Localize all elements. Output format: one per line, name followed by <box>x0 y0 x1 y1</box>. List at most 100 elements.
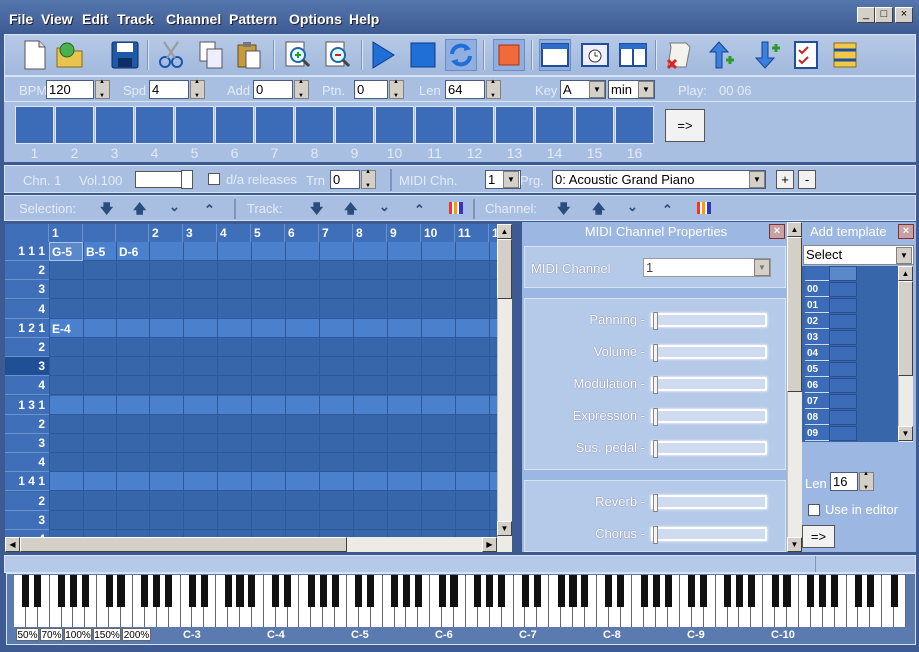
template-cell[interactable] <box>829 410 857 425</box>
black-key[interactable] <box>605 575 613 607</box>
menu-help[interactable]: Help <box>349 11 379 27</box>
program-plus-button[interactable]: + <box>776 170 794 189</box>
black-key[interactable] <box>34 575 42 607</box>
row-header[interactable]: 1 3 1 <box>5 395 49 415</box>
black-key[interactable] <box>652 575 660 607</box>
trn-spinner[interactable] <box>361 169 376 189</box>
track-column-header[interactable]: 3 <box>183 224 217 242</box>
note-cell[interactable]: D-6 <box>119 245 138 259</box>
arrow-up-icon[interactable]: 🡅 <box>344 200 357 222</box>
track-column-header[interactable]: 11 <box>455 224 489 242</box>
row-header[interactable]: 1 1 1 <box>5 242 49 261</box>
scroll-icon[interactable] <box>663 39 695 71</box>
cut-icon[interactable] <box>155 39 187 71</box>
black-key[interactable] <box>557 575 565 607</box>
pattern-slot[interactable] <box>575 106 614 144</box>
row-header[interactable]: 1 4 1 <box>5 472 49 492</box>
track-column-header[interactable]: 8 <box>353 224 387 242</box>
template-row-number[interactable]: 06 <box>805 378 829 393</box>
black-key[interactable] <box>272 575 280 607</box>
black-key[interactable] <box>165 575 173 607</box>
zoom-button[interactable]: 100% <box>64 628 92 641</box>
chevron-down-icon[interactable]: ▼ <box>589 81 605 98</box>
black-key[interactable] <box>414 575 422 607</box>
scroll-thumb[interactable] <box>497 239 512 299</box>
save-icon[interactable] <box>109 39 141 71</box>
volume-slider-handle[interactable] <box>181 170 193 189</box>
chevron-up-icon[interactable]: ⌃ <box>204 202 215 218</box>
scroll-up-icon[interactable]: ▲ <box>787 222 802 237</box>
add-input[interactable]: 0 <box>253 80 293 99</box>
spd-input[interactable]: 4 <box>149 80 189 99</box>
black-key[interactable] <box>616 575 625 607</box>
insert-up-icon[interactable] <box>705 39 737 71</box>
black-key[interactable] <box>200 575 208 607</box>
black-key[interactable] <box>747 575 755 607</box>
track-column-header[interactable]: 7 <box>319 224 353 242</box>
insert-down-icon[interactable] <box>751 39 783 71</box>
split-icon[interactable] <box>617 39 649 71</box>
zoom-button[interactable]: 200% <box>122 628 151 641</box>
track-column-header[interactable]: 5 <box>251 224 285 242</box>
ptn-input[interactable]: 0 <box>354 80 388 99</box>
black-key[interactable] <box>105 575 113 607</box>
black-key[interactable] <box>236 575 244 607</box>
black-key[interactable] <box>355 575 363 607</box>
da-releases-checkbox[interactable] <box>208 173 220 185</box>
black-key[interactable] <box>581 575 589 607</box>
piano-keyboard[interactable] <box>14 575 906 627</box>
pattern-slot[interactable] <box>15 106 54 144</box>
black-key[interactable] <box>58 575 66 607</box>
volume-slider[interactable] <box>135 171 187 188</box>
menu-pattern[interactable]: Pattern <box>229 11 277 27</box>
scroll-down-icon[interactable]: ▼ <box>787 537 802 552</box>
black-key[interactable] <box>498 575 506 607</box>
template-cell[interactable] <box>829 426 857 441</box>
track-column-header[interactable]: 1 <box>489 224 497 242</box>
pattern-slot[interactable] <box>415 106 454 144</box>
chevron-up-icon[interactable]: ⌃ <box>414 202 425 218</box>
scroll-up-icon[interactable]: ▲ <box>497 224 512 239</box>
template-cell[interactable] <box>829 314 857 329</box>
apply-template-button[interactable]: => <box>802 525 835 548</box>
program-select[interactable]: 0: Acoustic Grand Piano <box>552 170 766 189</box>
template-row-number[interactable]: 09 <box>805 426 829 441</box>
template-cell[interactable] <box>829 346 857 361</box>
black-key[interactable] <box>153 575 161 607</box>
pattern-slot[interactable] <box>615 106 654 144</box>
chevron-up-icon[interactable]: ⌃ <box>662 202 673 218</box>
arrow-down-icon[interactable]: 🡇 <box>100 200 113 222</box>
black-key[interactable] <box>854 575 862 607</box>
template-cell[interactable] <box>829 330 857 345</box>
controller-slider[interactable] <box>651 344 767 362</box>
controller-slider[interactable] <box>651 376 767 394</box>
black-key[interactable] <box>724 575 732 607</box>
chevron-down-icon[interactable]: ▼ <box>638 81 654 98</box>
track-column-header[interactable] <box>83 224 116 242</box>
black-key[interactable] <box>890 575 898 607</box>
trn-input[interactable]: 0 <box>330 170 360 189</box>
equalizer-icon[interactable] <box>449 202 463 214</box>
row-header[interactable]: 4 <box>5 453 49 473</box>
midi-channel-select[interactable]: 1 <box>643 258 771 277</box>
note-cell[interactable]: B-5 <box>86 245 105 259</box>
stop-icon[interactable] <box>407 39 439 71</box>
template-len-spinner[interactable] <box>859 471 874 491</box>
zoom-button[interactable]: 70% <box>40 628 63 641</box>
ptn-spinner[interactable] <box>389 79 404 99</box>
pattern-slot[interactable] <box>295 106 334 144</box>
bpm-input[interactable]: 120 <box>46 80 94 99</box>
black-key[interactable] <box>700 575 708 607</box>
track-column-header[interactable]: 2 <box>149 224 183 242</box>
chevron-down-icon[interactable]: ⌄ <box>379 199 390 215</box>
template-len-input[interactable]: 16 <box>830 472 858 491</box>
pattern-slot[interactable] <box>95 106 134 144</box>
len-spinner[interactable] <box>486 79 501 99</box>
bars-icon[interactable] <box>829 39 861 71</box>
template-row-number[interactable]: 08 <box>805 410 829 425</box>
chevron-down-icon[interactable]: ⌄ <box>169 199 180 215</box>
close-button[interactable]: × <box>895 7 913 23</box>
controller-slider[interactable] <box>651 312 767 330</box>
record-icon[interactable] <box>493 39 525 71</box>
pattern-slot[interactable] <box>135 106 174 144</box>
